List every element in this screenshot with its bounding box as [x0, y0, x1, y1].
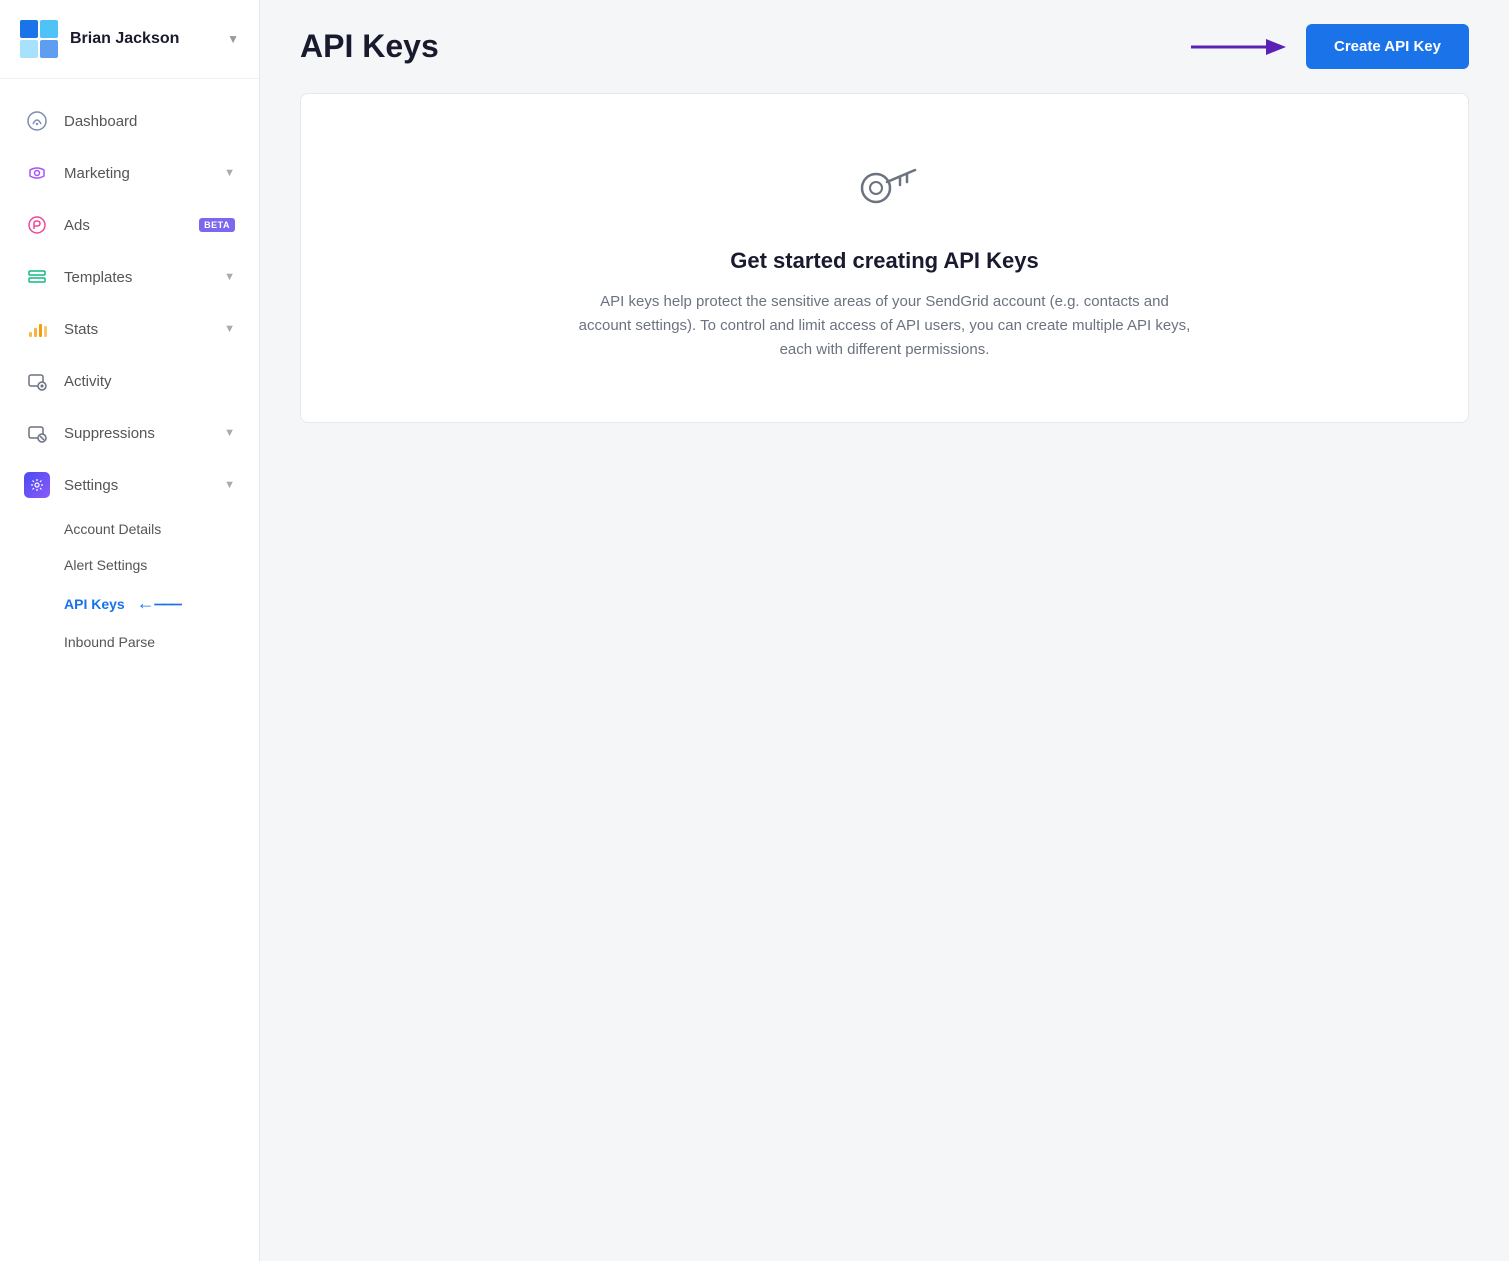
arrow-icon: [1186, 33, 1286, 61]
sidebar-item-stats[interactable]: Stats ▼: [0, 303, 259, 355]
sendgrid-logo: [20, 20, 58, 58]
user-profile[interactable]: Brian Jackson ▼: [0, 0, 259, 79]
sidebar-item-dashboard[interactable]: Dashboard: [0, 95, 259, 147]
marketing-label: Marketing: [64, 165, 224, 182]
username-label: Brian Jackson: [70, 30, 227, 48]
main-content-area: API Keys Create API Key Get started crea…: [260, 0, 1509, 1261]
settings-icon: [24, 472, 50, 498]
user-chevron-icon: ▼: [227, 32, 239, 46]
key-icon: [850, 154, 920, 224]
settings-label: Settings: [64, 477, 224, 494]
marketing-chevron-icon: ▼: [224, 167, 235, 179]
empty-state-card: Get started creating API Keys API keys h…: [300, 93, 1469, 423]
sidebar-item-settings[interactable]: Settings ▼: [0, 459, 259, 511]
dashboard-icon: [24, 108, 50, 134]
page-header: API Keys Create API Key: [260, 0, 1509, 93]
sidebar-item-templates[interactable]: Templates ▼: [0, 251, 259, 303]
sub-item-api-keys[interactable]: API Keys ←⎯⎯⎯: [0, 583, 259, 624]
sub-item-alert-settings[interactable]: Alert Settings: [0, 547, 259, 583]
sidebar-item-ads[interactable]: Ads BETA: [0, 199, 259, 251]
sub-item-account-details[interactable]: Account Details: [0, 511, 259, 547]
create-api-key-button[interactable]: Create API Key: [1306, 24, 1469, 69]
activity-icon: [24, 368, 50, 394]
stats-icon: [24, 316, 50, 342]
main-body: Get started creating API Keys API keys h…: [260, 93, 1509, 1261]
empty-state-description: API keys help protect the sensitive area…: [575, 290, 1195, 362]
header-actions: Create API Key: [1186, 24, 1469, 69]
sidebar: Brian Jackson ▼ Dashboard Marke: [0, 0, 260, 1261]
empty-state-title: Get started creating API Keys: [730, 248, 1039, 274]
sub-item-inbound-parse[interactable]: Inbound Parse: [0, 624, 259, 660]
suppressions-icon: [24, 420, 50, 446]
templates-icon: [24, 264, 50, 290]
main-nav: Dashboard Marketing ▼ Ads BETA: [0, 79, 259, 1261]
activity-label: Activity: [64, 373, 235, 390]
sidebar-item-activity[interactable]: Activity: [0, 355, 259, 407]
ads-icon: [24, 212, 50, 238]
sidebar-item-marketing[interactable]: Marketing ▼: [0, 147, 259, 199]
suppressions-label: Suppressions: [64, 425, 224, 442]
sidebar-item-suppressions[interactable]: Suppressions ▼: [0, 407, 259, 459]
templates-chevron-icon: ▼: [224, 271, 235, 283]
marketing-icon: [24, 160, 50, 186]
ads-label: Ads: [64, 217, 193, 234]
stats-label: Stats: [64, 321, 224, 338]
templates-label: Templates: [64, 269, 224, 286]
settings-sub-nav: Account Details Alert Settings API Keys …: [0, 511, 259, 660]
arrow-decoration: [1186, 33, 1286, 61]
suppressions-chevron-icon: ▼: [224, 427, 235, 439]
active-arrow-icon: ←⎯⎯⎯: [137, 593, 182, 614]
settings-chevron-icon: ▼: [224, 479, 235, 491]
stats-chevron-icon: ▼: [224, 323, 235, 335]
page-title: API Keys: [300, 28, 439, 65]
ads-beta-badge: BETA: [199, 218, 235, 232]
dashboard-label: Dashboard: [64, 113, 235, 130]
